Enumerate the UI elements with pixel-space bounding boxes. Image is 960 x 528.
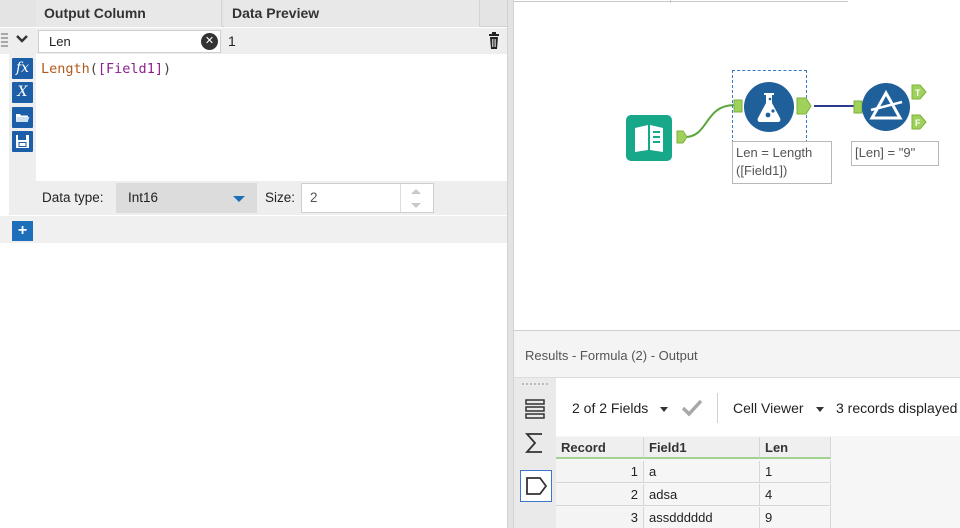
- cell-len[interactable]: 1: [760, 461, 831, 483]
- data-preview-value: 1: [228, 33, 236, 49]
- input-to-formula-connection: [684, 104, 736, 138]
- cell-record[interactable]: 1: [556, 461, 644, 483]
- col-header-field1[interactable]: Field1: [644, 437, 760, 459]
- save-icon[interactable]: [12, 131, 33, 152]
- clear-icon[interactable]: ✕: [201, 33, 218, 50]
- header-data-preview[interactable]: Data Preview: [224, 0, 480, 27]
- cell-len[interactable]: 9: [760, 507, 831, 528]
- filter-true-label: T: [915, 88, 921, 98]
- col-header-len[interactable]: Len: [760, 437, 831, 459]
- open-folder-icon[interactable]: [12, 107, 33, 128]
- formula-input-anchor[interactable]: [733, 99, 743, 113]
- workflow-canvas[interactable]: T F Len = Length ([Field1]) [Len] = "9": [514, 0, 960, 330]
- cell-viewer-button[interactable]: Cell Viewer: [733, 400, 804, 416]
- spin-down-icon[interactable]: [411, 203, 421, 208]
- metadata-view-button[interactable]: [520, 470, 552, 502]
- filter-tool[interactable]: [862, 83, 910, 131]
- add-formula-button[interactable]: +: [12, 221, 33, 241]
- formula-tool[interactable]: [744, 82, 794, 132]
- expression-close-paren: ): [162, 61, 172, 77]
- cell-record[interactable]: 2: [556, 484, 644, 506]
- add-formula-row: [0, 216, 507, 243]
- expression-editor[interactable]: Length([Field1]): [36, 55, 507, 181]
- spin-up-icon[interactable]: [411, 189, 421, 194]
- header-gutter: [0, 0, 36, 27]
- flask-icon: [757, 93, 781, 122]
- cell-viewer-caret-icon[interactable]: [816, 407, 824, 412]
- panel-splitter[interactable]: [507, 0, 514, 528]
- collapse-chevron-icon[interactable]: [12, 31, 32, 51]
- cell-field1[interactable]: assdddddd: [644, 507, 760, 528]
- cell-len[interactable]: 4: [760, 484, 831, 506]
- list-view-icon[interactable]: [524, 397, 546, 421]
- toolbar-separator: [717, 393, 718, 423]
- filter-false-anchor[interactable]: F: [911, 114, 927, 130]
- expression-field: [Field1]: [97, 61, 163, 77]
- input-output-anchor[interactable]: [676, 130, 688, 144]
- filter-false-label: F: [915, 118, 921, 128]
- results-grip-icon[interactable]: [522, 383, 548, 386]
- data-type-label: Data type:: [42, 190, 104, 205]
- filter-triangle-icon: [869, 89, 903, 120]
- results-title: Results - Formula (2) - Output: [525, 348, 698, 363]
- cell-record[interactable]: 3: [556, 507, 644, 528]
- variable-icon[interactable]: X: [12, 82, 33, 103]
- dropdown-caret-icon[interactable]: [233, 196, 245, 202]
- fields-caret-icon[interactable]: [660, 407, 668, 412]
- cell-field1[interactable]: adsa: [644, 484, 760, 506]
- size-label: Size:: [265, 190, 296, 205]
- records-displayed: 3 records displayed: [836, 400, 958, 416]
- filter-annotation: [Len] = "9": [851, 141, 939, 166]
- output-column-input[interactable]: Len: [38, 30, 221, 53]
- formula-config-panel: Output Column Data Preview Len ✕ 1 fx X …: [0, 0, 507, 528]
- input-data-tool[interactable]: [626, 115, 672, 161]
- checkmark-icon[interactable]: [680, 397, 704, 422]
- book-icon: [635, 125, 663, 152]
- drag-handle-icon[interactable]: [0, 31, 9, 51]
- filter-true-anchor[interactable]: T: [911, 84, 927, 100]
- tag-icon: [526, 477, 548, 495]
- sigma-icon[interactable]: [524, 431, 546, 455]
- formula-annotation-line-2: ([Field1]): [736, 163, 788, 178]
- cell-field1[interactable]: a: [644, 461, 760, 483]
- formula-annotation: Len = Length ([Field1]): [732, 141, 832, 184]
- formula-annotation-line-1: Len = Length: [736, 145, 813, 160]
- col-header-record[interactable]: Record: [556, 437, 644, 459]
- expression-function: Length: [41, 61, 90, 77]
- header-output-column[interactable]: Output Column: [36, 0, 222, 27]
- formula-output-anchor[interactable]: [796, 97, 812, 115]
- expression-open-paren: (: [89, 61, 98, 77]
- delete-trash-icon[interactable]: [481, 28, 507, 54]
- results-window: Results - Formula (2) - Output 2 of 2 Fi…: [514, 330, 960, 528]
- fields-selector[interactable]: 2 of 2 Fields: [572, 400, 648, 416]
- fx-icon[interactable]: fx: [12, 58, 33, 79]
